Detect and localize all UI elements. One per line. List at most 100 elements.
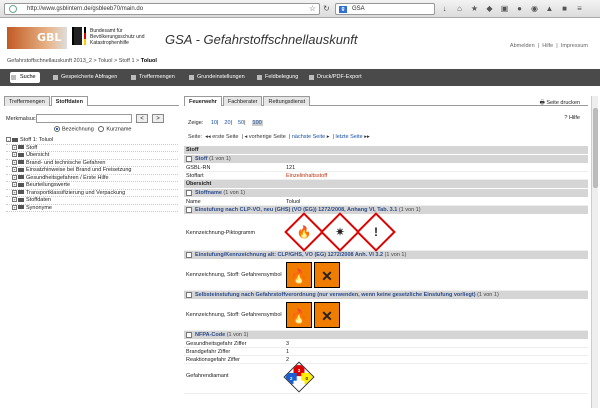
feature-search-input[interactable] [36,114,132,123]
field-label: Reaktionsgefahr Ziffer [186,357,241,363]
first-page-link[interactable]: erste Seite [212,134,238,140]
next-arrow-button[interactable]: > [152,114,164,123]
field-label: GSBL-RN [186,165,211,171]
last-page-icon: ▸▸ [364,134,370,140]
tree-item[interactable]: + Stoffdaten [6,197,178,205]
impressum-link[interactable]: Impressum [561,43,588,49]
logo-text: GBL [37,31,62,44]
extension-icon[interactable]: ■ [560,4,569,13]
subsection-nfpa[interactable]: NFPA-Code (1 von 1) [184,331,588,340]
share-icon[interactable]: ▲ [545,4,554,13]
page-size-20[interactable]: 20 [224,120,230,126]
shield-icon[interactable]: ◆ [485,4,494,13]
tree-item[interactable]: + Brand- und technische Gefahren [6,159,178,167]
page-size-selector: Zeige: 10| 20| 50| 100 [188,120,263,126]
radio-designation[interactable] [54,126,60,132]
table-row: GSBL-RN 121 [184,164,588,172]
tab-rescue[interactable]: Rettungsdienst [263,96,311,106]
prev-page-link[interactable]: vorherige Seite [249,134,286,140]
expand-icon: + [12,174,17,180]
tree-item[interactable]: + Übersicht [6,152,178,160]
logout-link[interactable]: Abmelden [510,43,535,49]
bookmark-icon[interactable]: ★ [470,4,479,13]
help-label: Hilfe [568,115,580,121]
tab-expert[interactable]: Fachberater [222,96,263,106]
menu-icon[interactable]: ≡ [575,4,584,13]
main-nav: Suche Gespeicherte Abfragen Treffermenge… [0,69,600,86]
tab-fire-brigade[interactable]: Feuerwehr [184,96,222,106]
tree-item[interactable]: + Einsatzhinweise bei Brand und Freisetzu… [6,167,178,175]
section-overview: Übersicht [184,180,588,189]
search-mode-radios: Bezeichnung Kurzname [54,126,131,132]
field-label: Kennzeichnung-Piktogramm [186,230,256,236]
home-icon[interactable]: ⌂ [455,4,464,13]
eagle-logo-icon [72,27,82,45]
field-label: Gesundheitsgefahr Ziffer [186,341,247,347]
lock-icon[interactable]: ▣ [500,4,509,13]
top-links: Abmelden | Hilfe | Impressum [509,43,588,49]
tree-item-label: Stoff [26,144,38,151]
table-row: Reaktionsgefahr Ziffer 2 [184,356,588,364]
nav-print-export[interactable]: Druck/PDF-Export [308,72,362,83]
tree-item[interactable]: + Gesundheitsgefahren / Erste Hilfe [6,174,178,182]
page-size-10[interactable]: 10 [211,120,217,126]
reload-icon[interactable]: ↻ [322,4,331,13]
tree-root-label: Stoff 1: Toluol [20,137,54,143]
nav-hit-sets[interactable]: Treffermengen [130,72,175,83]
tree-item-label: Transportklassifizierung und Verpackung [26,189,126,196]
tree-root[interactable]: - Stoff 1: Toluol [6,137,178,145]
next-page-link[interactable]: nächste Seite [292,134,325,140]
subsection-clp-old[interactable]: Einstufung/Kennzeichnung alt: CLP/GHS, V… [184,251,588,260]
download-icon[interactable]: ↓ [440,4,449,13]
subsection-title: NFPA-Code [195,332,226,338]
table-row: Stoffart Einzelinhaltsstoff [184,172,588,180]
page-size-50[interactable]: 50 [238,120,244,126]
tree-item[interactable]: + Transportklassifizierung und Verpackung [6,189,178,197]
field-label: Kennzeichnung, Stoff: Gefahrensymbol [186,272,282,278]
tree-item[interactable]: + Stoff [6,144,178,152]
prev-arrow-button[interactable]: < [136,114,148,123]
tree-item[interactable]: + Beurteilungswerte [6,182,178,190]
page-title: GSA - Gefahrstoffschnellauskunft [165,32,358,47]
print-page-link[interactable]: 🖶 Seite drucken [540,99,580,108]
subsection-title: Einstufung nach CLP-VO, neu (GHS) (VO (E… [195,207,398,213]
breadcrumb-current: Toluol [140,58,157,64]
subsection-self-classification[interactable]: Selbsteinstufung nach Gefahrstoffverordn… [184,291,588,300]
nav-settings[interactable]: Grundeinstellungen [188,72,245,83]
gbl-logo: GBL [7,27,67,49]
scrollbar-thumb[interactable] [593,108,598,188]
table-row: Name Toluol [184,198,588,206]
radio-shortname[interactable] [98,126,105,132]
help-link-right[interactable]: ? Hilfe [564,115,580,121]
expand-icon: + [12,167,17,173]
browser-search-box[interactable]: g GSA [335,3,435,15]
tree-item[interactable]: + Synonyme [6,205,178,212]
nfpa-diamond-icon: 3 0 2 [283,361,315,393]
subsection-clp-new[interactable]: Einstufung nach CLP-VO, neu (GHS) (VO (E… [184,206,588,215]
field-label: Kennzeichnung, Stoff: Gefahrensymbol [186,312,282,318]
star-icon[interactable]: ☆ [308,4,317,13]
substance-details: Stoff Stoff (1 von 1) GSBL-RN 121 Stoffar… [184,146,588,394]
page-size-100[interactable]: 100 [251,120,263,126]
tab-substance-data[interactable]: Stoffdaten [50,96,88,106]
addon-icon[interactable]: ◉ [530,4,539,13]
subsection-name[interactable]: Stoffname (1 von 1) [184,189,588,198]
table-row: Kennzeichnung-Piktogramm 🔥 ✷ ! [184,212,588,252]
globe-icon[interactable]: ● [515,4,524,13]
nav-search[interactable]: Suche [10,72,40,83]
first-page-icon: ◂◂ [205,134,211,140]
subsection-stoff[interactable]: Stoff (1 von 1) [184,155,588,164]
subsection-title: Einstufung/Kennzeichnung alt: CLP/GHS, V… [195,252,384,258]
last-page-link[interactable]: letzte Seite [335,134,362,140]
nav-saved-queries[interactable]: Gespeicherte Abfragen [52,72,117,83]
expand-icon: + [12,152,17,158]
nav-field-assignment[interactable]: Feldbelegung [256,72,298,83]
address-bar[interactable]: http://www.gsblintern.de/gsbleeb70/main.… [4,3,320,15]
help-link[interactable]: Hilfe [542,43,553,49]
expand-icon: + [12,159,17,165]
content-scrollbar[interactable] [591,96,598,408]
tab-hit-sets[interactable]: Treffermengen [4,96,50,106]
table-row: Gefahrendiamant 3 0 2 [184,361,588,394]
folder-icon [18,160,24,165]
flammable-symbol-icon: 🔥 [286,302,312,328]
